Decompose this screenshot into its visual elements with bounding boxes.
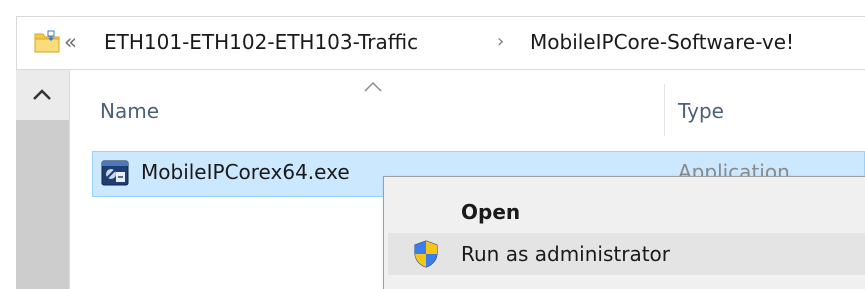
vertical-scrollbar[interactable] [16, 70, 70, 289]
uac-shield-icon [414, 240, 438, 268]
folder-icon [34, 30, 60, 53]
breadcrumb-item-traffic[interactable]: ETH101-ETH102-ETH103-Traffic [104, 27, 418, 57]
menu-item-open[interactable]: Open [388, 191, 865, 233]
breadcrumb-overflow-button[interactable]: « [64, 27, 77, 57]
breadcrumb-item-software[interactable]: MobileIPCore-Software-ve! [530, 27, 794, 57]
file-name: MobileIPCorex64.exe [141, 160, 350, 184]
scroll-up-arrow-icon[interactable] [24, 80, 60, 110]
column-header-name[interactable]: Name [100, 96, 159, 126]
menu-item-run-as-administrator[interactable]: Run as administrator [388, 233, 865, 275]
chevron-up-icon [364, 81, 382, 92]
context-menu: Open Run as administrator [383, 176, 865, 289]
explorer-window: « ETH101-ETH102-ETH103-Traffic › MobileI… [0, 0, 865, 289]
menu-item-run-as-administrator-label: Run as administrator [461, 242, 671, 266]
menu-item-open-label: Open [461, 200, 521, 224]
address-bar[interactable]: « ETH101-ETH102-ETH103-Traffic › MobileI… [16, 16, 865, 70]
breadcrumb-separator-icon[interactable]: › [497, 27, 504, 57]
column-header-type[interactable]: Type [678, 96, 724, 126]
application-exe-icon [101, 160, 129, 186]
scrollbar-thumb[interactable] [16, 120, 69, 289]
column-divider[interactable] [664, 84, 665, 136]
